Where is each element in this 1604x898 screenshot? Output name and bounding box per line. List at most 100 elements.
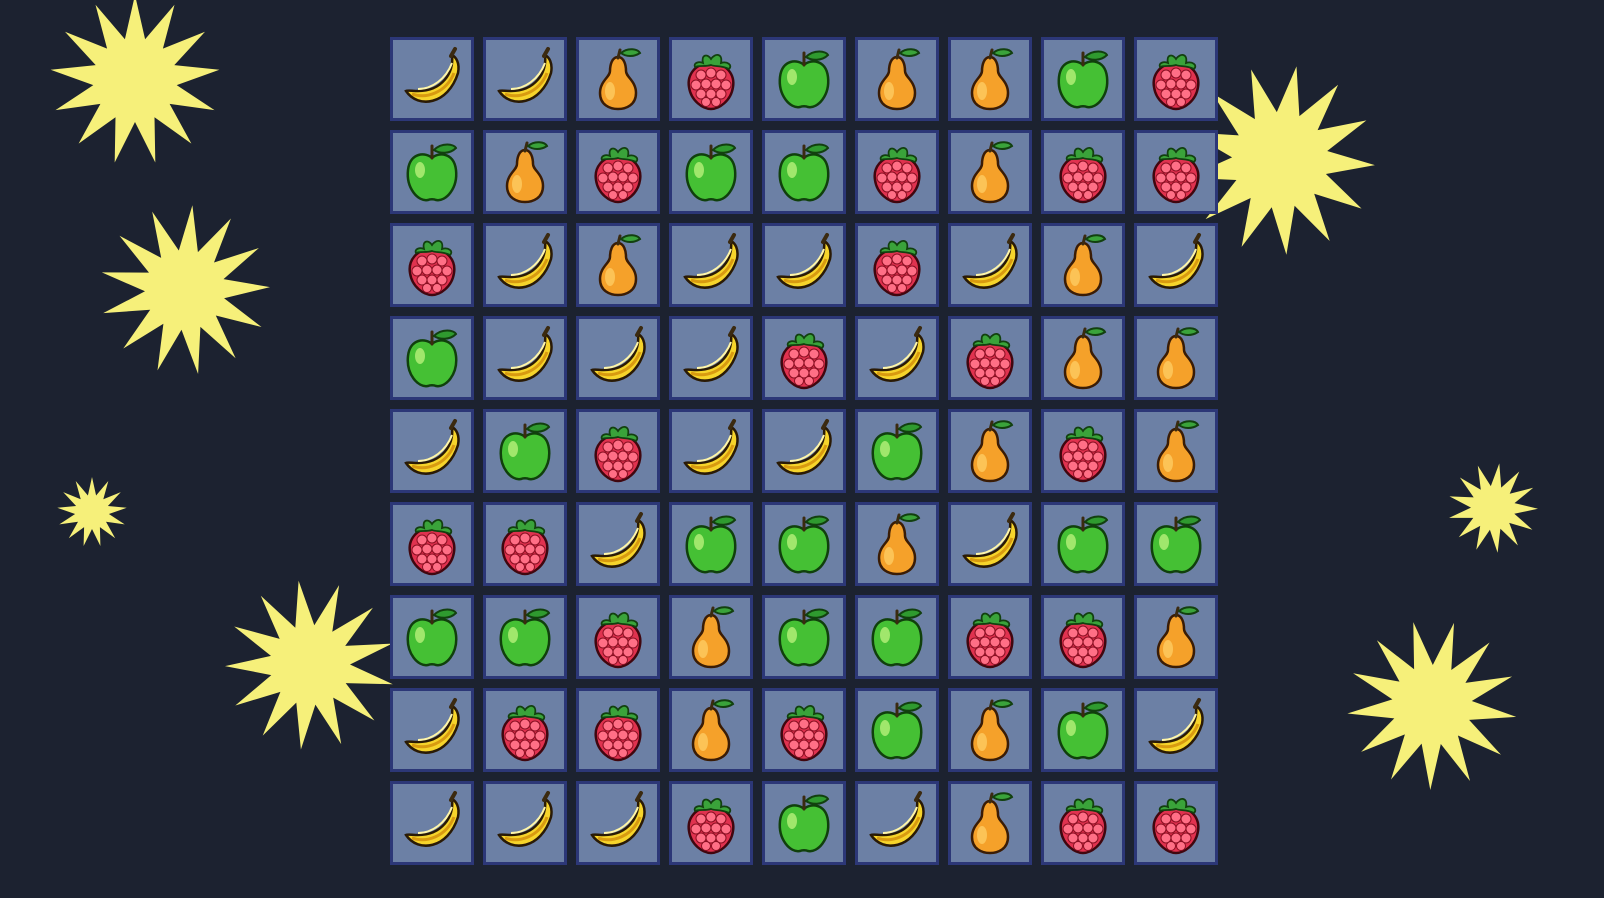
starburst-icon xyxy=(225,580,393,750)
board-tile[interactable] xyxy=(390,223,474,307)
board-tile[interactable] xyxy=(1134,223,1218,307)
raspberry-icon xyxy=(582,415,654,487)
board-tile[interactable] xyxy=(576,223,660,307)
board-tile[interactable] xyxy=(390,688,474,772)
board-tile[interactable] xyxy=(1134,502,1218,586)
board-tile[interactable] xyxy=(948,688,1032,772)
green-apple-icon xyxy=(768,787,840,859)
board-tile[interactable] xyxy=(576,130,660,214)
board-tile[interactable] xyxy=(576,316,660,400)
board-tile[interactable] xyxy=(576,502,660,586)
board-tile[interactable] xyxy=(1041,223,1125,307)
board-tile[interactable] xyxy=(762,688,846,772)
raspberry-icon xyxy=(768,694,840,766)
green-apple-icon xyxy=(1047,43,1119,115)
board-tile[interactable] xyxy=(1134,781,1218,865)
banana-icon xyxy=(675,229,747,301)
raspberry-icon xyxy=(1047,787,1119,859)
board-tile[interactable] xyxy=(669,223,753,307)
board-tile[interactable] xyxy=(390,781,474,865)
board-tile[interactable] xyxy=(669,316,753,400)
raspberry-icon xyxy=(768,322,840,394)
board-tile[interactable] xyxy=(948,781,1032,865)
board-tile[interactable] xyxy=(1134,409,1218,493)
board-tile[interactable] xyxy=(390,595,474,679)
board-tile[interactable] xyxy=(1134,37,1218,121)
green-apple-icon xyxy=(768,136,840,208)
board-tile[interactable] xyxy=(762,781,846,865)
board-tile[interactable] xyxy=(576,595,660,679)
board-tile[interactable] xyxy=(1134,316,1218,400)
board-tile[interactable] xyxy=(1041,130,1125,214)
green-apple-icon xyxy=(1047,508,1119,580)
board-tile[interactable] xyxy=(1134,130,1218,214)
banana-icon xyxy=(861,787,933,859)
board-tile[interactable] xyxy=(1041,502,1125,586)
board-tile[interactable] xyxy=(669,130,753,214)
board-tile[interactable] xyxy=(483,781,567,865)
board-tile[interactable] xyxy=(483,37,567,121)
board-tile[interactable] xyxy=(1041,37,1125,121)
banana-icon xyxy=(489,787,561,859)
board-tile[interactable] xyxy=(669,595,753,679)
green-apple-icon xyxy=(675,508,747,580)
board-tile[interactable] xyxy=(669,502,753,586)
board-tile[interactable] xyxy=(390,37,474,121)
board-tile[interactable] xyxy=(1134,595,1218,679)
board-tile[interactable] xyxy=(855,37,939,121)
board-tile[interactable] xyxy=(948,130,1032,214)
board-tile[interactable] xyxy=(855,688,939,772)
board-tile[interactable] xyxy=(1041,781,1125,865)
board-tile[interactable] xyxy=(483,409,567,493)
banana-icon xyxy=(396,694,468,766)
board-tile[interactable] xyxy=(390,316,474,400)
board-tile[interactable] xyxy=(390,502,474,586)
board-tile[interactable] xyxy=(948,223,1032,307)
board-tile[interactable] xyxy=(669,781,753,865)
board-tile[interactable] xyxy=(483,502,567,586)
board-tile[interactable] xyxy=(948,409,1032,493)
board-tile[interactable] xyxy=(669,37,753,121)
board-tile[interactable] xyxy=(762,595,846,679)
board-tile[interactable] xyxy=(762,409,846,493)
board-tile[interactable] xyxy=(576,37,660,121)
board-tile[interactable] xyxy=(762,316,846,400)
board-tile[interactable] xyxy=(483,595,567,679)
board-tile[interactable] xyxy=(1041,316,1125,400)
board-tile[interactable] xyxy=(762,37,846,121)
board-tile[interactable] xyxy=(855,130,939,214)
board-tile[interactable] xyxy=(762,223,846,307)
board-tile[interactable] xyxy=(855,595,939,679)
board-tile[interactable] xyxy=(762,130,846,214)
board-tile[interactable] xyxy=(576,688,660,772)
board-tile[interactable] xyxy=(390,409,474,493)
pear-icon xyxy=(675,694,747,766)
board-tile[interactable] xyxy=(483,688,567,772)
board-tile[interactable] xyxy=(576,781,660,865)
board-tile[interactable] xyxy=(1041,409,1125,493)
board-tile[interactable] xyxy=(855,781,939,865)
raspberry-icon xyxy=(582,601,654,673)
green-apple-icon xyxy=(675,136,747,208)
raspberry-icon xyxy=(1047,601,1119,673)
board-tile[interactable] xyxy=(576,409,660,493)
board-tile[interactable] xyxy=(483,223,567,307)
board-tile[interactable] xyxy=(855,409,939,493)
board-tile[interactable] xyxy=(948,502,1032,586)
raspberry-icon xyxy=(954,601,1026,673)
board-tile[interactable] xyxy=(855,502,939,586)
board-tile[interactable] xyxy=(948,595,1032,679)
board-tile[interactable] xyxy=(948,37,1032,121)
board-tile[interactable] xyxy=(855,316,939,400)
board-tile[interactable] xyxy=(948,316,1032,400)
board-tile[interactable] xyxy=(669,688,753,772)
board-tile[interactable] xyxy=(669,409,753,493)
board-tile[interactable] xyxy=(483,316,567,400)
board-tile[interactable] xyxy=(1041,595,1125,679)
board-tile[interactable] xyxy=(1134,688,1218,772)
board-tile[interactable] xyxy=(390,130,474,214)
board-tile[interactable] xyxy=(1041,688,1125,772)
board-tile[interactable] xyxy=(483,130,567,214)
board-tile[interactable] xyxy=(855,223,939,307)
board-tile[interactable] xyxy=(762,502,846,586)
